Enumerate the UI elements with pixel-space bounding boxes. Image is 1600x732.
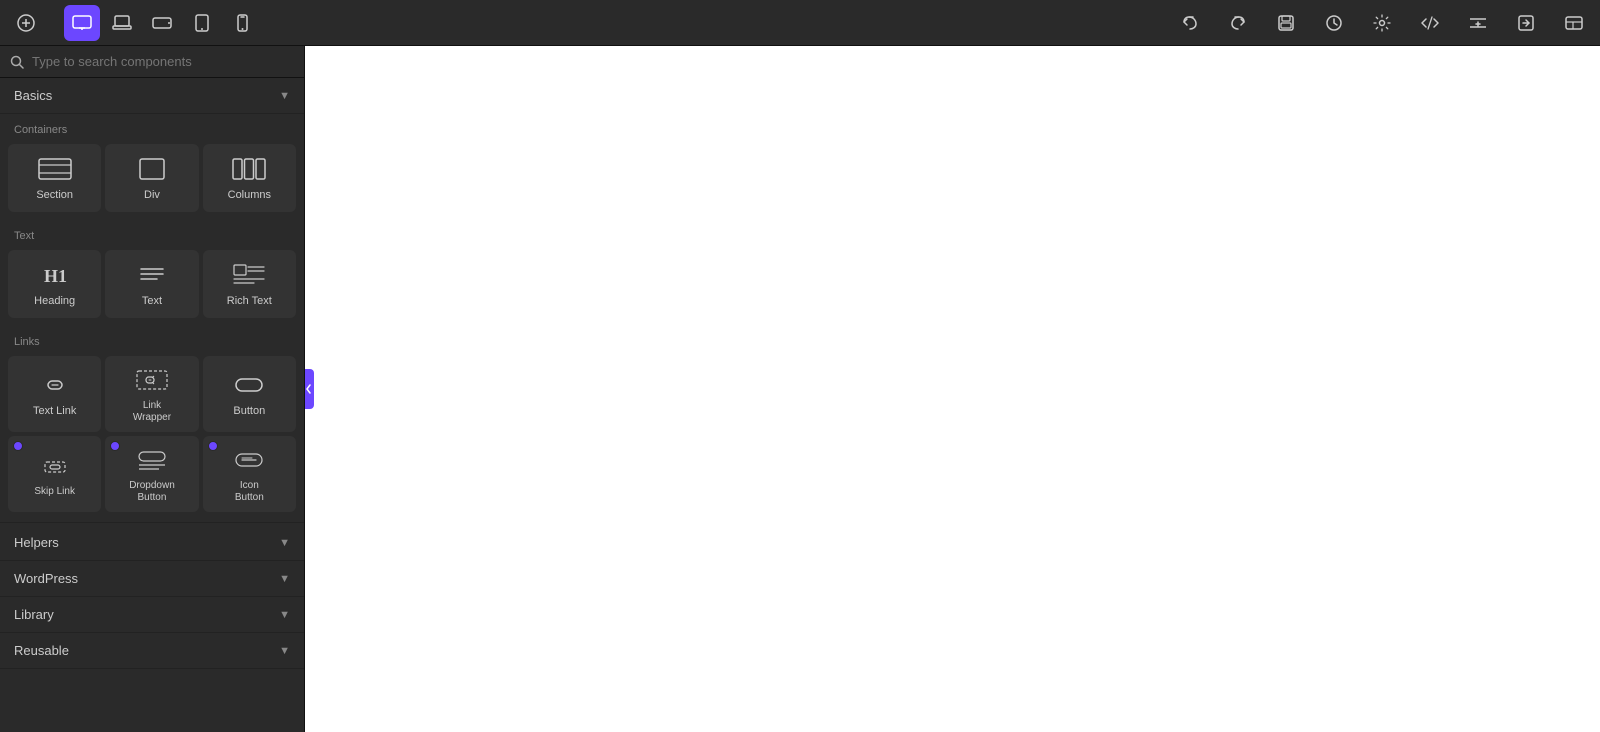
dropdown-button-label: DropdownButton xyxy=(129,480,175,504)
library-label: Library xyxy=(14,607,54,622)
component-rich-text[interactable]: Rich Text xyxy=(203,250,296,318)
helpers-chevron-icon: ▼ xyxy=(279,537,290,549)
component-dropdown-button[interactable]: DropdownButton xyxy=(105,436,198,512)
skip-link-badge xyxy=(13,441,23,451)
wordpress-section-header[interactable]: WordPress ▼ xyxy=(0,561,304,597)
toolbar-left xyxy=(8,5,44,41)
text-grid: H1 Heading Text xyxy=(0,246,304,326)
device-mobile-button[interactable] xyxy=(224,5,260,41)
add-button[interactable] xyxy=(8,5,44,41)
component-link-wrapper[interactable]: LinkWrapper xyxy=(105,356,198,432)
component-heading[interactable]: H1 Heading xyxy=(8,250,101,318)
export-button[interactable] xyxy=(1508,5,1544,41)
toolbar-right xyxy=(1172,5,1592,41)
icon-button-label: IconButton xyxy=(235,480,264,504)
main-content: Basics ▼ Containers Section xyxy=(0,46,1600,732)
helpers-label: Helpers xyxy=(14,535,59,550)
icon-button-icon xyxy=(231,446,267,474)
history-button[interactable] xyxy=(1316,5,1352,41)
heading-icon: H1 xyxy=(37,261,73,289)
link-wrapper-icon xyxy=(134,366,170,394)
canvas-area xyxy=(305,46,1600,732)
button-label: Button xyxy=(233,405,265,418)
reusable-label: Reusable xyxy=(14,643,69,658)
link-wrapper-label: LinkWrapper xyxy=(133,400,171,424)
text-link-label: Text Link xyxy=(33,405,76,418)
skip-link-icon xyxy=(37,452,73,480)
dropdown-button-icon xyxy=(134,446,170,474)
canvas-inner xyxy=(305,46,1600,732)
reusable-section-header[interactable]: Reusable ▼ xyxy=(0,633,304,669)
skip-link-label: Skip Link xyxy=(34,486,75,498)
button-icon xyxy=(231,371,267,399)
component-text-link[interactable]: Text Link xyxy=(8,356,101,432)
containers-category-label: Containers xyxy=(0,114,304,140)
custom-code-button[interactable] xyxy=(1412,5,1448,41)
divider-basics-helpers xyxy=(0,522,304,523)
device-switcher xyxy=(64,5,260,41)
component-columns[interactable]: Columns xyxy=(203,144,296,212)
basics-label: Basics xyxy=(14,88,52,103)
save-template-button[interactable] xyxy=(1268,5,1304,41)
undo-button[interactable] xyxy=(1172,5,1208,41)
component-text[interactable]: Text xyxy=(105,250,198,318)
component-icon-button[interactable]: IconButton xyxy=(203,436,296,512)
device-desktop-button[interactable] xyxy=(64,5,100,41)
icon-button-badge xyxy=(208,441,218,451)
component-section[interactable]: Section xyxy=(8,144,101,212)
rich-text-label: Rich Text xyxy=(227,295,272,308)
heading-label: Heading xyxy=(34,295,75,308)
reusable-chevron-icon: ▼ xyxy=(279,645,290,657)
links-grid: Text Link LinkWrapper xyxy=(0,352,304,520)
wordpress-label: WordPress xyxy=(14,571,78,586)
basics-chevron-icon: ▼ xyxy=(279,90,290,102)
panel-scroll: Basics ▼ Containers Section xyxy=(0,78,304,732)
rich-text-icon xyxy=(231,261,267,289)
sidebar: Basics ▼ Containers Section xyxy=(0,46,305,732)
text-label: Text xyxy=(142,295,162,308)
search-icon xyxy=(10,55,24,69)
columns-label: Columns xyxy=(228,189,271,202)
panels-button[interactable] xyxy=(1556,5,1592,41)
search-bar xyxy=(0,46,304,78)
device-tablet-landscape-button[interactable] xyxy=(144,5,180,41)
links-category-label: Links xyxy=(0,326,304,352)
div-icon xyxy=(134,155,170,183)
dropdown-button-badge xyxy=(110,441,120,451)
text-icon xyxy=(134,261,170,289)
div-label: Div xyxy=(144,189,160,202)
section-label: Section xyxy=(36,189,73,202)
text-category-label: Text xyxy=(0,220,304,246)
library-chevron-icon: ▼ xyxy=(279,609,290,621)
component-skip-link[interactable]: Skip Link xyxy=(8,436,101,512)
library-section-header[interactable]: Library ▼ xyxy=(0,597,304,633)
text-link-icon xyxy=(37,371,73,399)
containers-grid: Section Div xyxy=(0,140,304,220)
toolbar xyxy=(0,0,1600,46)
svg-text:H1: H1 xyxy=(44,266,67,286)
settings-button[interactable] xyxy=(1364,5,1400,41)
device-laptop-button[interactable] xyxy=(104,5,140,41)
search-input[interactable] xyxy=(32,54,294,69)
device-tablet-portrait-button[interactable] xyxy=(184,5,220,41)
sidebar-collapse-handle[interactable] xyxy=(305,369,314,409)
component-button[interactable]: Button xyxy=(203,356,296,432)
section-icon xyxy=(37,155,73,183)
helpers-section-header[interactable]: Helpers ▼ xyxy=(0,525,304,561)
columns-icon xyxy=(231,155,267,183)
wordpress-chevron-icon: ▼ xyxy=(279,573,290,585)
basics-section-header[interactable]: Basics ▼ xyxy=(0,78,304,114)
add-section-button[interactable] xyxy=(1460,5,1496,41)
component-div[interactable]: Div xyxy=(105,144,198,212)
redo-button[interactable] xyxy=(1220,5,1256,41)
